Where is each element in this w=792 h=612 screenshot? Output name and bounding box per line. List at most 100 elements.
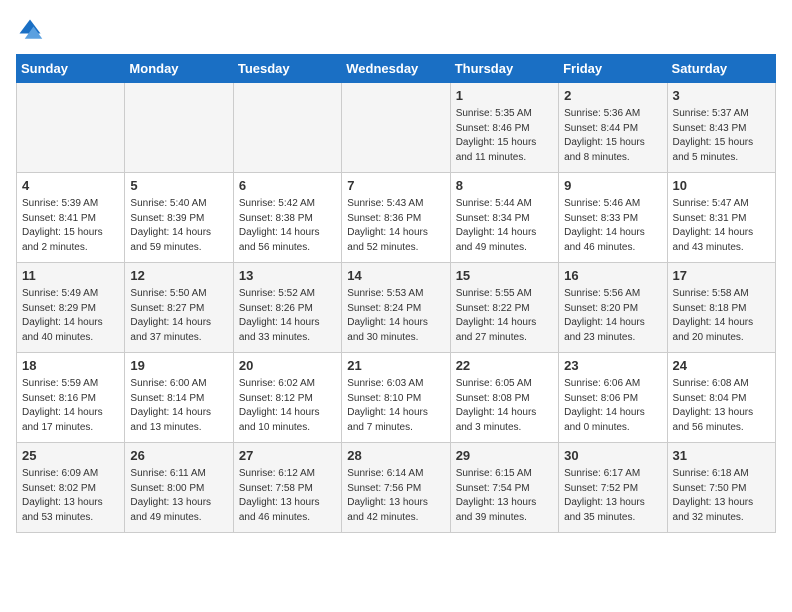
day-info: Sunrise: 5:43 AM Sunset: 8:36 PM Dayligh…	[347, 197, 444, 255]
day-number: 6	[239, 177, 336, 195]
calendar-cell: 24Sunrise: 6:08 AM Sunset: 8:04 PM Dayli…	[667, 353, 775, 443]
day-info: Sunrise: 5:46 AM Sunset: 8:33 PM Dayligh…	[564, 197, 661, 255]
header-friday: Friday	[559, 55, 667, 83]
day-number: 21	[347, 357, 444, 375]
day-info: Sunrise: 5:44 AM Sunset: 8:34 PM Dayligh…	[456, 197, 553, 255]
logo	[16, 16, 48, 44]
day-number: 25	[22, 447, 119, 465]
day-info: Sunrise: 6:09 AM Sunset: 8:02 PM Dayligh…	[22, 467, 119, 525]
day-number: 18	[22, 357, 119, 375]
day-info: Sunrise: 5:35 AM Sunset: 8:46 PM Dayligh…	[456, 107, 553, 165]
calendar-table: SundayMondayTuesdayWednesdayThursdayFrid…	[16, 54, 776, 533]
calendar-cell: 11 Sunrise: 5:49 AM Sunset: 8:29 PM Dayli…	[17, 263, 125, 353]
day-info: Sunrise: 5:42 AM Sunset: 8:38 PM Dayligh…	[239, 197, 336, 255]
calendar-cell: 21 Sunrise: 6:03 AM Sunset: 8:10 PM Dayli…	[342, 353, 450, 443]
calendar-cell: 12 Sunrise: 5:50 AM Sunset: 8:27 PM Dayli…	[125, 263, 233, 353]
day-number: 31	[673, 447, 770, 465]
day-info: Sunrise: 6:00 AM Sunset: 8:14 PM Dayligh…	[130, 377, 227, 435]
day-number: 30	[564, 447, 661, 465]
calendar-cell: 29 Sunrise: 6:15 AM Sunset: 7:54 PM Dayli…	[450, 443, 558, 533]
calendar-cell: 4 Sunrise: 5:39 AM Sunset: 8:41 PM Daylig…	[17, 173, 125, 263]
day-number: 17	[673, 267, 770, 285]
header-sunday: Sunday	[17, 55, 125, 83]
calendar-cell: 17 Sunrise: 5:58 AM Sunset: 8:18 PM Dayli…	[667, 263, 775, 353]
day-number: 11	[22, 267, 119, 285]
day-info: Sunrise: 5:58 AM Sunset: 8:18 PM Dayligh…	[673, 287, 770, 345]
calendar-cell: 2 Sunrise: 5:36 AM Sunset: 8:44 PM Daylig…	[559, 83, 667, 173]
day-number: 1	[456, 87, 553, 105]
calendar-cell: 10 Sunrise: 5:47 AM Sunset: 8:31 PM Dayli…	[667, 173, 775, 263]
day-number: 29	[456, 447, 553, 465]
calendar-cell	[17, 83, 125, 173]
day-number: 9	[564, 177, 661, 195]
calendar-cell: 31 Sunrise: 6:18 AM Sunset: 7:50 PM Dayli…	[667, 443, 775, 533]
week-row-3: 11 Sunrise: 5:49 AM Sunset: 8:29 PM Dayli…	[17, 263, 776, 353]
day-info: Sunrise: 5:59 AM Sunset: 8:16 PM Dayligh…	[22, 377, 119, 435]
day-number: 14	[347, 267, 444, 285]
week-row-4: 18 Sunrise: 5:59 AM Sunset: 8:16 PM Dayli…	[17, 353, 776, 443]
day-info: Sunrise: 5:39 AM Sunset: 8:41 PM Dayligh…	[22, 197, 119, 255]
day-info: Sunrise: 5:50 AM Sunset: 8:27 PM Dayligh…	[130, 287, 227, 345]
calendar-cell: 22 Sunrise: 6:05 AM Sunset: 8:08 PM Dayli…	[450, 353, 558, 443]
calendar-cell: 20 Sunrise: 6:02 AM Sunset: 8:12 PM Dayli…	[233, 353, 341, 443]
header-row: SundayMondayTuesdayWednesdayThursdayFrid…	[17, 55, 776, 83]
calendar-cell: 7Sunrise: 5:43 AM Sunset: 8:36 PM Daylig…	[342, 173, 450, 263]
calendar-cell: 19 Sunrise: 6:00 AM Sunset: 8:14 PM Dayli…	[125, 353, 233, 443]
day-info: Sunrise: 5:47 AM Sunset: 8:31 PM Dayligh…	[673, 197, 770, 255]
day-info: Sunrise: 5:55 AM Sunset: 8:22 PM Dayligh…	[456, 287, 553, 345]
calendar-cell: 9 Sunrise: 5:46 AM Sunset: 8:33 PM Daylig…	[559, 173, 667, 263]
day-number: 19	[130, 357, 227, 375]
day-number: 13	[239, 267, 336, 285]
day-info: Sunrise: 5:37 AM Sunset: 8:43 PM Dayligh…	[673, 107, 770, 165]
day-info: Sunrise: 6:18 AM Sunset: 7:50 PM Dayligh…	[673, 467, 770, 525]
week-row-2: 4 Sunrise: 5:39 AM Sunset: 8:41 PM Daylig…	[17, 173, 776, 263]
day-number: 4	[22, 177, 119, 195]
day-info: Sunrise: 6:12 AM Sunset: 7:58 PM Dayligh…	[239, 467, 336, 525]
day-info: Sunrise: 5:40 AM Sunset: 8:39 PM Dayligh…	[130, 197, 227, 255]
calendar-cell: 14Sunrise: 5:53 AM Sunset: 8:24 PM Dayli…	[342, 263, 450, 353]
day-number: 3	[673, 87, 770, 105]
day-info: Sunrise: 6:08 AM Sunset: 8:04 PM Dayligh…	[673, 377, 770, 435]
day-number: 8	[456, 177, 553, 195]
day-info: Sunrise: 6:11 AM Sunset: 8:00 PM Dayligh…	[130, 467, 227, 525]
calendar-cell: 26Sunrise: 6:11 AM Sunset: 8:00 PM Dayli…	[125, 443, 233, 533]
calendar-cell: 8 Sunrise: 5:44 AM Sunset: 8:34 PM Daylig…	[450, 173, 558, 263]
day-info: Sunrise: 6:03 AM Sunset: 8:10 PM Dayligh…	[347, 377, 444, 435]
calendar-cell: 23Sunrise: 6:06 AM Sunset: 8:06 PM Dayli…	[559, 353, 667, 443]
day-info: Sunrise: 6:17 AM Sunset: 7:52 PM Dayligh…	[564, 467, 661, 525]
week-row-5: 25 Sunrise: 6:09 AM Sunset: 8:02 PM Dayli…	[17, 443, 776, 533]
calendar-cell	[125, 83, 233, 173]
calendar-cell: 1 Sunrise: 5:35 AM Sunset: 8:46 PM Daylig…	[450, 83, 558, 173]
page-header	[16, 16, 776, 44]
calendar-cell: 27Sunrise: 6:12 AM Sunset: 7:58 PM Dayli…	[233, 443, 341, 533]
calendar-cell: 28 Sunrise: 6:14 AM Sunset: 7:56 PM Dayli…	[342, 443, 450, 533]
day-number: 20	[239, 357, 336, 375]
week-row-1: 1 Sunrise: 5:35 AM Sunset: 8:46 PM Daylig…	[17, 83, 776, 173]
day-number: 10	[673, 177, 770, 195]
logo-icon	[16, 16, 44, 44]
calendar-cell: 25 Sunrise: 6:09 AM Sunset: 8:02 PM Dayli…	[17, 443, 125, 533]
day-info: Sunrise: 6:02 AM Sunset: 8:12 PM Dayligh…	[239, 377, 336, 435]
calendar-cell: 3 Sunrise: 5:37 AM Sunset: 8:43 PM Daylig…	[667, 83, 775, 173]
day-info: Sunrise: 6:14 AM Sunset: 7:56 PM Dayligh…	[347, 467, 444, 525]
calendar-cell: 30 Sunrise: 6:17 AM Sunset: 7:52 PM Dayli…	[559, 443, 667, 533]
calendar-cell: 16Sunrise: 5:56 AM Sunset: 8:20 PM Dayli…	[559, 263, 667, 353]
day-info: Sunrise: 6:05 AM Sunset: 8:08 PM Dayligh…	[456, 377, 553, 435]
day-number: 2	[564, 87, 661, 105]
header-monday: Monday	[125, 55, 233, 83]
day-number: 15	[456, 267, 553, 285]
day-number: 12	[130, 267, 227, 285]
header-thursday: Thursday	[450, 55, 558, 83]
day-info: Sunrise: 5:36 AM Sunset: 8:44 PM Dayligh…	[564, 107, 661, 165]
header-saturday: Saturday	[667, 55, 775, 83]
day-info: Sunrise: 6:15 AM Sunset: 7:54 PM Dayligh…	[456, 467, 553, 525]
calendar-cell	[342, 83, 450, 173]
calendar-cell: 15 Sunrise: 5:55 AM Sunset: 8:22 PM Dayli…	[450, 263, 558, 353]
day-number: 22	[456, 357, 553, 375]
day-number: 28	[347, 447, 444, 465]
day-number: 23	[564, 357, 661, 375]
day-info: Sunrise: 5:56 AM Sunset: 8:20 PM Dayligh…	[564, 287, 661, 345]
calendar-cell: 18 Sunrise: 5:59 AM Sunset: 8:16 PM Dayli…	[17, 353, 125, 443]
calendar-cell	[233, 83, 341, 173]
day-info: Sunrise: 5:49 AM Sunset: 8:29 PM Dayligh…	[22, 287, 119, 345]
